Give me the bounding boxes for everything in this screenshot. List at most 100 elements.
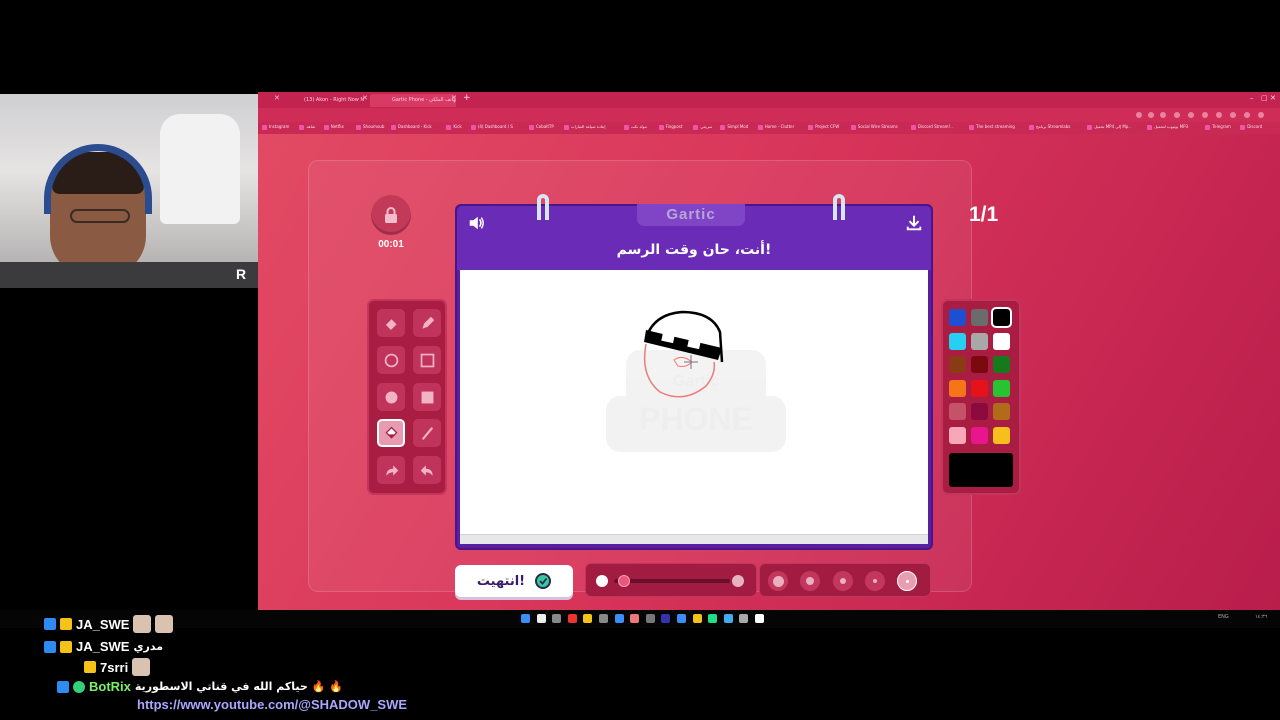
search-icon[interactable] — [536, 614, 546, 623]
fill-tool[interactable] — [377, 419, 405, 447]
filled-rectangle-tool[interactable] — [413, 383, 441, 411]
color-swatch[interactable] — [993, 426, 1010, 444]
browser-icon[interactable] — [708, 614, 718, 623]
folder-icon[interactable] — [692, 614, 702, 623]
folder-icon[interactable] — [583, 614, 593, 623]
bookmark-item[interactable]: Project CFW — [808, 124, 839, 130]
star-icon[interactable] — [1160, 112, 1166, 118]
drawing-canvas[interactable]: Gartic PHONE — [460, 270, 928, 534]
chat-link[interactable]: https://www.youtube.com/@SHADOW_SWE — [137, 697, 407, 712]
app-icon[interactable] — [599, 614, 608, 623]
app-icon[interactable] — [677, 614, 686, 623]
slider-handle[interactable] — [618, 575, 630, 587]
app-icon[interactable] — [567, 614, 577, 623]
minimize-icon[interactable]: – — [1250, 94, 1254, 102]
extension-icon[interactable] — [1202, 112, 1208, 118]
slider-track[interactable] — [614, 579, 730, 583]
undo-button[interactable] — [413, 456, 441, 484]
bookmark-item[interactable]: Shoumoub — [356, 124, 384, 130]
color-swatch[interactable] — [993, 356, 1010, 373]
app-icon[interactable] — [630, 614, 640, 623]
task-view-icon[interactable] — [552, 614, 562, 623]
filled-ellipse-tool[interactable] — [377, 383, 405, 411]
brush-size-5[interactable] — [897, 571, 917, 591]
bookmark-item[interactable]: (4) Dashboard / S — [471, 124, 513, 130]
app-icon[interactable] — [739, 614, 749, 623]
bookmark-item[interactable]: سريعي — [693, 124, 712, 130]
color-swatch[interactable] — [949, 426, 966, 444]
keyboard-language[interactable]: ENG — [1218, 614, 1229, 620]
bookmark-item[interactable]: Discord — [1240, 124, 1262, 130]
maximize-icon[interactable]: ▢ — [1261, 94, 1268, 102]
color-swatch[interactable] — [971, 379, 988, 397]
close-icon[interactable]: ✕ — [362, 94, 368, 102]
download-icon[interactable] — [905, 214, 923, 232]
bookmark-item[interactable]: Netflix — [324, 124, 344, 130]
color-swatch[interactable] — [971, 309, 988, 326]
brush-size-3[interactable] — [833, 571, 853, 591]
brush-size-1[interactable] — [768, 571, 788, 591]
rectangle-tool[interactable] — [413, 346, 441, 374]
extension-icon[interactable] — [1174, 112, 1180, 118]
color-swatch[interactable] — [971, 356, 988, 373]
color-swatch[interactable] — [949, 332, 966, 350]
color-swatch[interactable] — [971, 332, 988, 350]
sound-icon[interactable] — [467, 214, 485, 232]
done-button[interactable]: انتهيت! — [455, 565, 573, 597]
color-swatch[interactable] — [971, 403, 988, 420]
bookmark-item[interactable]: Simpl Mod — [720, 124, 748, 130]
app-icon[interactable] — [614, 614, 624, 623]
color-swatch[interactable] — [993, 332, 1010, 350]
color-swatch[interactable] — [949, 309, 966, 326]
window-close-icon[interactable]: ✕ — [1270, 94, 1276, 102]
bookmark-item[interactable]: تحميل MP4 إلى Mp.. — [1087, 124, 1131, 130]
redo-button[interactable] — [377, 456, 405, 484]
new-tab-icon[interactable]: + — [463, 93, 471, 103]
profile-icon[interactable] — [1244, 112, 1250, 118]
bookmark-item[interactable]: Instagram — [262, 124, 289, 130]
close-icon[interactable]: ✕ — [451, 94, 457, 102]
bookmark-item[interactable]: Discord Stream!.. — [911, 124, 953, 130]
app-icon[interactable] — [661, 614, 671, 623]
pencil-tool[interactable] — [413, 309, 441, 337]
menu-icon[interactable] — [1258, 112, 1264, 118]
bookmark-item[interactable]: CobaltTP — [529, 124, 554, 130]
bookmark-item[interactable]: Telegram — [1205, 124, 1230, 130]
app-icon[interactable] — [723, 614, 733, 623]
eraser-tool[interactable] — [377, 309, 405, 337]
color-swatch[interactable] — [991, 307, 1012, 328]
bookmark-item[interactable]: Fingpost — [659, 124, 683, 130]
app-icon[interactable] — [645, 614, 655, 623]
zoom-icon[interactable] — [1148, 112, 1154, 118]
bookmark-item[interactable]: شاهد — [299, 124, 315, 130]
line-tool[interactable] — [413, 419, 441, 447]
brush-size-2[interactable] — [800, 571, 820, 591]
bookmark-item[interactable]: Social Wire Streams — [851, 124, 898, 130]
start-icon[interactable] — [521, 614, 530, 623]
tab-gartic-phone[interactable]: Gartic Phone - لعبة الهاتف الملكي — [370, 94, 456, 107]
tab-youtube[interactable]: (13) Akon - Right Now Na Na Na — [282, 94, 364, 107]
extension-icon[interactable] — [1230, 112, 1236, 118]
color-swatch[interactable] — [993, 403, 1010, 420]
color-swatch[interactable] — [971, 426, 988, 444]
bookmark-item[interactable]: The best streaming — [969, 124, 1015, 130]
bookmark-item[interactable]: برنامج Streamlabs — [1029, 124, 1070, 130]
ellipse-tool[interactable] — [377, 346, 405, 374]
search-icon[interactable] — [1136, 112, 1142, 118]
bookmark-item[interactable]: مولد نكت — [624, 124, 647, 130]
bookmark-item[interactable]: Home - Clutter — [758, 124, 794, 130]
close-icon[interactable]: ✕ — [274, 94, 280, 102]
color-swatch[interactable] — [949, 403, 966, 420]
opacity-slider[interactable] — [585, 563, 757, 597]
extension-icon[interactable] — [1216, 112, 1222, 118]
color-swatch[interactable] — [949, 379, 966, 397]
extension-icon[interactable] — [1188, 112, 1194, 118]
bookmark-item[interactable]: Dashboard - Kick — [391, 124, 432, 130]
color-swatch[interactable] — [993, 379, 1010, 397]
color-swatch[interactable] — [949, 356, 966, 373]
taskbar-clock[interactable]: ١٤:٣٦ — [1255, 614, 1267, 620]
bookmark-item[interactable]: Kick — [446, 124, 461, 130]
address-bar[interactable] — [258, 108, 1280, 122]
settings-icon[interactable] — [755, 614, 764, 623]
brush-size-4[interactable] — [865, 571, 885, 591]
